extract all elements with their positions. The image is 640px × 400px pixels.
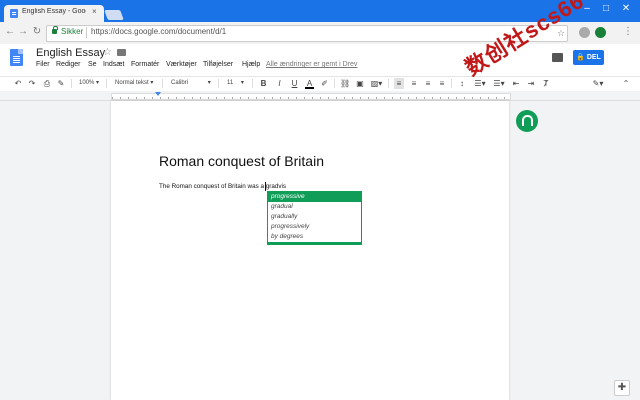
toolbar-divider	[218, 79, 219, 88]
scrollbar[interactable]	[630, 101, 640, 400]
suggestion-dropdown: progressive gradual gradually progressiv…	[267, 191, 362, 245]
menu-file[interactable]: Filer	[36, 61, 50, 68]
comment-icon[interactable]	[552, 53, 563, 62]
saved-status-link[interactable]: Alle ændringer er gemt i Drev	[266, 61, 357, 68]
underline-button[interactable]: U	[290, 78, 299, 89]
browser-tab-active[interactable]: English Essay - Google D ×	[4, 5, 104, 22]
collapse-icon[interactable]: ⌃	[621, 78, 631, 89]
docs-logo-icon[interactable]	[10, 49, 23, 66]
style-value: Normal tekst	[115, 80, 149, 86]
share-label: DEL	[586, 54, 601, 61]
tab-title: English Essay - Google D	[22, 8, 86, 15]
chevron-down-icon: ▾	[150, 80, 154, 86]
font-size-value: 11	[227, 80, 234, 86]
addon-badge-icon[interactable]	[516, 110, 538, 132]
lock-icon[interactable]	[52, 26, 58, 34]
suggestion-item[interactable]: gradual	[268, 202, 361, 212]
print-icon[interactable]: ⎙	[42, 78, 52, 89]
toolbar-divider	[451, 79, 452, 88]
suggestion-footer	[268, 242, 361, 244]
italic-button[interactable]: I	[275, 78, 284, 89]
secure-label[interactable]: Sikker	[61, 27, 83, 36]
document-body-text[interactable]: The Roman conquest of Britain was a grad…	[159, 183, 286, 190]
extension-green-icon[interactable]	[595, 27, 606, 38]
align-justify-icon[interactable]: ≡	[437, 78, 447, 89]
chevron-down-icon: ▾	[207, 80, 211, 86]
document-heading[interactable]: Roman conquest of Britain	[159, 153, 324, 169]
toolbar-divider	[106, 79, 107, 88]
font-size-select[interactable]: 11 ▾	[227, 78, 244, 89]
highlight-icon[interactable]: ✐	[320, 78, 329, 89]
explore-button[interactable]: ✚	[614, 380, 630, 396]
zoom-select[interactable]: 100% ▾	[79, 78, 99, 89]
bulleted-list-icon[interactable]: ☰▾	[492, 78, 506, 89]
toolbar-divider	[252, 79, 253, 88]
menu-edit[interactable]: Rediger	[56, 61, 81, 68]
paint-format-icon[interactable]: ✎	[56, 78, 66, 89]
zoom-value: 100%	[79, 80, 95, 86]
toolbar-divider	[334, 79, 335, 88]
new-tab-button[interactable]	[104, 10, 124, 20]
align-right-icon[interactable]: ≡	[423, 78, 433, 89]
chevron-down-icon: ▾	[96, 80, 100, 86]
text-color-button[interactable]: A	[305, 78, 314, 89]
share-button[interactable]: 🔒 DEL	[573, 50, 604, 65]
comment-add-icon[interactable]: ▣	[355, 78, 365, 89]
document-title[interactable]: English Essay	[36, 47, 105, 59]
docs-favicon-icon	[10, 9, 18, 18]
suggestion-item[interactable]: progressively	[268, 222, 361, 232]
bold-button[interactable]: B	[259, 78, 268, 89]
font-select[interactable]: Calibri ▾	[171, 78, 211, 89]
menu-insert[interactable]: Indsæt	[103, 61, 124, 68]
indent-marker-icon[interactable]	[155, 92, 161, 96]
style-select[interactable]: Normal tekst ▾	[115, 78, 153, 89]
toolbar-divider	[388, 79, 389, 88]
tab-close-icon[interactable]: ×	[92, 7, 97, 16]
image-icon[interactable]: ▨▾	[370, 78, 383, 89]
font-value: Calibri	[171, 80, 189, 86]
folder-icon[interactable]	[117, 49, 126, 56]
align-center-icon[interactable]: ≡	[409, 78, 419, 89]
increase-indent-icon[interactable]: ⇥	[526, 78, 536, 89]
suggestion-item[interactable]: by degrees	[268, 232, 361, 242]
menu-help[interactable]: Hjælp	[242, 61, 260, 68]
reload-icon[interactable]: ↻	[31, 26, 43, 38]
extension-icon[interactable]	[579, 27, 590, 38]
url-separator	[86, 27, 87, 38]
link-icon[interactable]: ⛓	[340, 78, 350, 89]
chevron-down-icon: ▾	[240, 80, 244, 86]
undo-icon[interactable]: ↶	[13, 78, 23, 89]
share-lock-icon: 🔒	[576, 54, 585, 61]
redo-icon[interactable]: ↷	[27, 78, 37, 89]
menu-format[interactable]: Formatér	[131, 61, 159, 68]
forward-arrow-icon[interactable]: →	[17, 26, 29, 38]
editing-mode-icon[interactable]: ✎▾	[591, 78, 605, 89]
clear-format-icon[interactable]: Ⱦ	[541, 78, 551, 89]
document-page[interactable]	[111, 101, 509, 400]
menu-tools[interactable]: Værktøjer	[166, 61, 197, 68]
align-left-icon[interactable]: ≡	[394, 78, 404, 89]
menu-addons[interactable]: Tilføjelser	[203, 61, 233, 68]
back-arrow-icon[interactable]: ←	[4, 26, 16, 38]
url-text[interactable]: https://docs.google.com/document/d/1	[91, 27, 226, 36]
line-spacing-icon[interactable]: ↕	[457, 78, 467, 89]
window-maximize-button[interactable]: □	[599, 2, 613, 16]
decrease-indent-icon[interactable]: ⇤	[511, 78, 521, 89]
suggestion-item[interactable]: gradually	[268, 212, 361, 222]
suggestion-item[interactable]: progressive	[268, 192, 361, 202]
toolbar-divider	[71, 79, 72, 88]
ruler[interactable]	[111, 93, 511, 100]
text-cursor	[265, 182, 266, 191]
chrome-menu-icon[interactable]: ⋮	[622, 26, 634, 38]
window-close-button[interactable]: ✕	[619, 2, 633, 16]
star-icon[interactable]: ☆	[103, 47, 112, 58]
menu-view[interactable]: Se	[88, 61, 97, 68]
toolbar-divider	[162, 79, 163, 88]
